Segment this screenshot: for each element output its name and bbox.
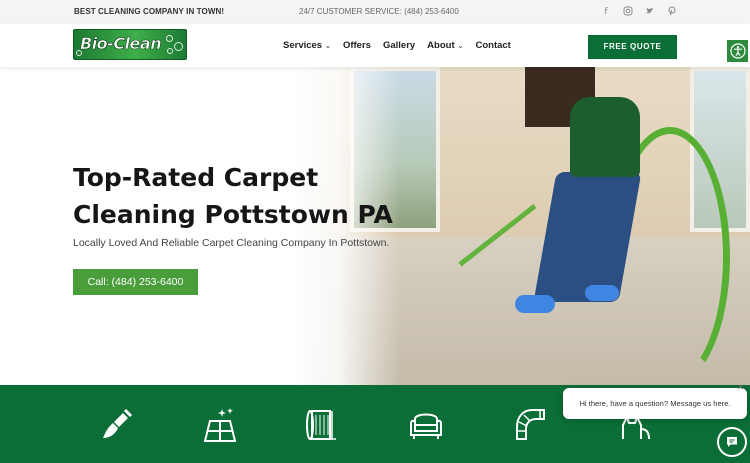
nav-contact[interactable]: Contact (475, 40, 510, 51)
tile-floor-icon[interactable] (200, 405, 240, 445)
nav-about[interactable]: About ⌄ (427, 40, 463, 51)
top-bar: BEST CLEANING COMPANY IN TOWN! 24/7 CUST… (0, 0, 750, 24)
main-nav: Services ⌄ Offers Gallery About ⌄ Contact (283, 40, 523, 51)
nav-offers[interactable]: Offers (343, 40, 371, 51)
hero-title: Top-Rated Carpet Cleaning Pottstown PA (73, 159, 433, 233)
air-duct-icon[interactable] (510, 405, 550, 445)
bubble-decoration (76, 50, 82, 56)
photo-shoe-cover (585, 285, 619, 301)
photo-technician-shirt (570, 97, 640, 177)
hero-section: Top-Rated Carpet Cleaning Pottstown PA L… (0, 67, 750, 385)
tagline: BEST CLEANING COMPANY IN TOWN! (74, 7, 225, 16)
pinterest-icon[interactable] (666, 6, 678, 18)
bubble-decoration (166, 35, 173, 42)
logo-text: Bio-Clean (80, 34, 162, 54)
customer-service-text[interactable]: 24/7 CUSTOMER SERVICE: (484) 253-6400 (299, 7, 459, 16)
hero-subtitle: Locally Loved And Reliable Carpet Cleani… (73, 237, 390, 249)
bubble-decoration (167, 48, 173, 54)
chevron-down-icon: ⌄ (457, 43, 464, 50)
free-quote-button[interactable]: FREE QUOTE (588, 35, 677, 59)
twitter-icon[interactable] (644, 6, 656, 18)
social-links: f (600, 6, 678, 18)
chat-prompt-bubble[interactable]: Hi there, have a question? Message us he… (563, 388, 747, 419)
hero-title-line: Top-Rated Carpet (73, 163, 319, 192)
hero-title-line: Cleaning Pottstown PA (73, 200, 393, 229)
accessibility-button[interactable] (725, 38, 750, 64)
nav-gallery[interactable]: Gallery (383, 40, 415, 51)
chat-button[interactable] (717, 427, 747, 457)
nav-services[interactable]: Services ⌄ (283, 40, 331, 51)
site-header: Bio-Clean Services ⌄ Offers Gallery About… (0, 24, 750, 67)
instagram-icon[interactable] (622, 6, 634, 18)
brush-icon[interactable] (97, 405, 137, 445)
rug-icon[interactable] (302, 405, 342, 445)
facebook-icon[interactable]: f (600, 6, 612, 18)
bio-clean-logo[interactable]: Bio-Clean (73, 29, 187, 60)
chevron-down-icon: ⌄ (325, 43, 331, 50)
call-button[interactable]: Call: (484) 253-6400 (73, 269, 198, 295)
bubble-decoration (174, 42, 183, 51)
chat-close-icon[interactable]: ✕ (736, 383, 745, 392)
photo-shoe-cover (515, 295, 555, 313)
accessibility-icon (729, 43, 746, 59)
chat-icon (727, 437, 737, 447)
armchair-icon[interactable] (406, 405, 446, 445)
